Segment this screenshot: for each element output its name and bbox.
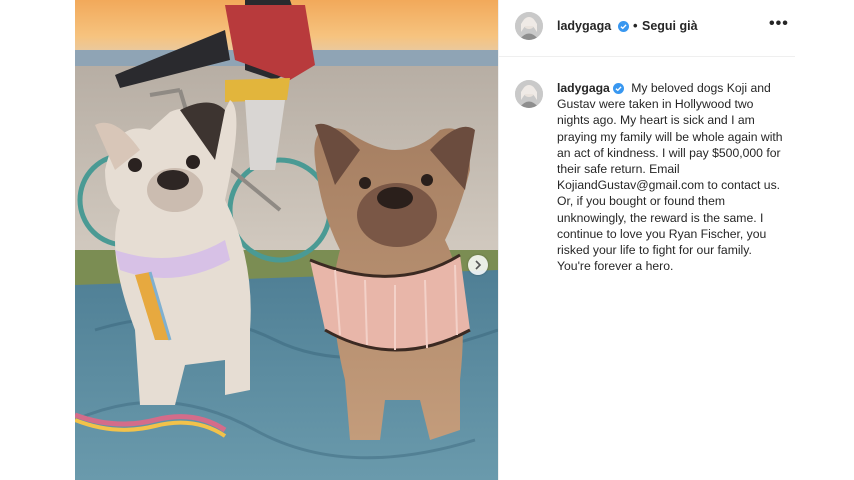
next-image-button[interactable] <box>468 255 488 275</box>
separator-dot: • <box>633 18 638 33</box>
username-link[interactable]: ladygaga <box>557 19 629 33</box>
avatar[interactable] <box>515 12 543 40</box>
post-header: ladygaga • Segui già ••• <box>499 0 795 57</box>
verified-badge-icon <box>617 21 629 32</box>
chevron-right-icon <box>475 260 482 270</box>
post-caption: ladygaga My beloved dogs Koji and Gustav… <box>557 80 785 274</box>
more-options-icon[interactable]: ••• <box>769 15 789 33</box>
follow-button[interactable]: Segui già <box>642 19 698 33</box>
caption-username[interactable]: ladygaga <box>557 81 610 95</box>
caption-text: My beloved dogs Koji and Gustav were tak… <box>557 81 783 274</box>
post-photo <box>75 0 498 480</box>
caption-avatar[interactable] <box>515 80 543 108</box>
verified-badge-icon <box>612 83 624 94</box>
username-text: ladygaga <box>557 19 612 33</box>
post-side-panel: ladygaga • Segui già ••• ladygaga My bel… <box>498 0 795 480</box>
